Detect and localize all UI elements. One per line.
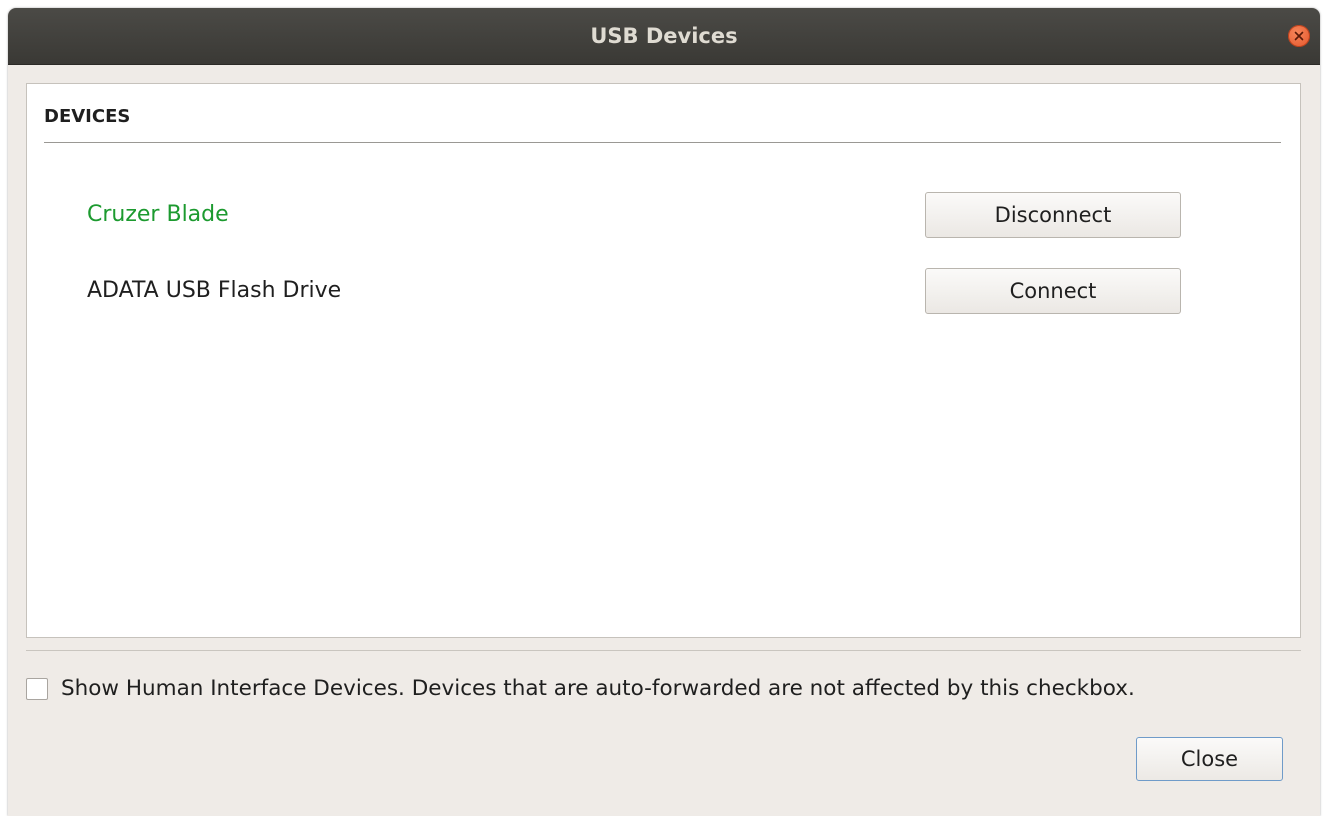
close-button[interactable]: Close [1136,737,1283,781]
footer-separator [26,650,1301,651]
close-icon [1294,31,1304,41]
window-close-button[interactable] [1288,25,1310,47]
window-title: USB Devices [590,24,738,48]
device-name: Cruzer Blade [87,202,229,227]
devices-heading: DEVICES [44,106,131,127]
devices-panel: DEVICES Cruzer Blade Disconnect ADATA US… [26,83,1301,638]
show-hid-checkbox[interactable] [26,678,48,700]
connect-button[interactable]: Connect [925,268,1181,314]
show-hid-label[interactable]: Show Human Interface Devices. Devices th… [61,676,1135,702]
device-row-cruzer-blade: Cruzer Blade Disconnect [27,192,1300,238]
device-row-adata-usb-flash-drive: ADATA USB Flash Drive Connect [27,268,1300,314]
device-name: ADATA USB Flash Drive [87,278,342,303]
disconnect-button[interactable]: Disconnect [925,192,1181,238]
usb-devices-dialog: USB Devices DEVICES Cruzer Blade Disconn… [8,8,1320,816]
title-bar[interactable]: USB Devices [8,8,1320,65]
heading-divider [44,142,1281,143]
